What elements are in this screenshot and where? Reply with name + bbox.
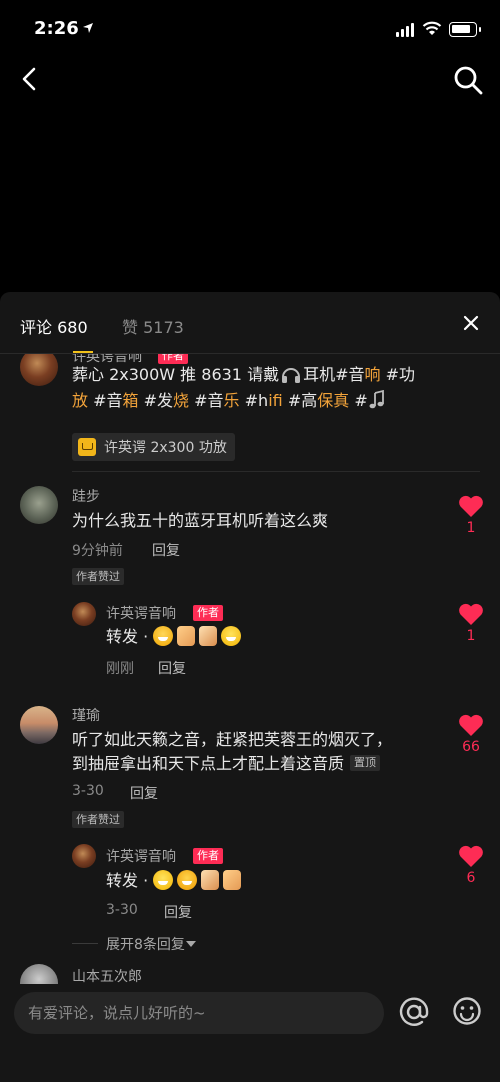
status-bar: 2:26 [0, 0, 500, 60]
clapping-emoji-icon [199, 626, 218, 646]
like-count: 1 [466, 628, 476, 644]
like-button[interactable]: 6 [456, 844, 486, 886]
location-arrow-icon [83, 23, 93, 33]
comment-sheet-header: 评论 680 赞 5173 [0, 292, 500, 354]
like-button[interactable]: 1 [456, 602, 486, 644]
comment-list[interactable]: 许英谔音响 作者 葬心 2x300W 推 8631 请戴 耳机#音响 #功 放 #… [0, 354, 500, 984]
tab-likes[interactable]: 赞 5173 [122, 314, 184, 338]
comment-text-content: 到抽屉拿出和天下点上才配上着这音质 [72, 754, 345, 773]
reply-text-content: 转发 · [106, 627, 154, 646]
thumbs-up-emoji-icon [223, 870, 242, 890]
hashtag-highlight[interactable]: 乐 [224, 391, 240, 410]
battery-icon [449, 22, 481, 37]
reply-time: 3-30 [106, 902, 138, 918]
wifi-icon [422, 21, 442, 35]
comment-sheet: 评论 680 赞 5173 许英谔音响 作者 葬心 2x300W 推 8631 … [0, 292, 500, 1082]
reply-button[interactable]: 回复 [164, 902, 192, 922]
like-button[interactable]: 1 [456, 494, 486, 536]
product-link[interactable]: 许英谔 2x300 功放 [72, 433, 235, 461]
author-tag: 作者 [193, 605, 223, 621]
emoji-icon[interactable] [452, 996, 482, 1026]
author-liked-badge: 作者赞过 [72, 568, 124, 585]
comment-text-line-2: 放 #音箱 #发烧 #音乐 #hifi #高保真 # [72, 388, 386, 414]
pinned-badge: 置顶 [350, 755, 381, 771]
reply-button[interactable]: 回复 [158, 658, 186, 678]
fearful-emoji-icon [153, 626, 174, 646]
heart-icon [459, 714, 483, 736]
like-button[interactable]: 66 [456, 713, 486, 755]
avatar[interactable] [72, 602, 96, 626]
avatar[interactable] [20, 486, 58, 524]
hashtag-highlight[interactable]: 保真 [317, 391, 349, 410]
cart-icon [78, 438, 96, 456]
tab-comments[interactable]: 评论 680 [20, 314, 88, 338]
reply-button[interactable]: 回复 [130, 783, 158, 803]
hashtag-text[interactable]: #高 [283, 391, 317, 410]
hashtag-text[interactable]: # [349, 391, 367, 410]
thumbs-up-emoji-icon [177, 626, 196, 646]
music-note-icon [369, 389, 384, 409]
cellular-signal-icon [396, 23, 414, 37]
like-count: 6 [466, 870, 476, 886]
avatar[interactable] [20, 354, 58, 386]
heart-icon [459, 845, 483, 867]
reply-button[interactable]: 回复 [152, 540, 180, 560]
avatar[interactable] [72, 844, 96, 868]
hashtag-highlight[interactable]: 箱 [123, 391, 139, 410]
hashtag-text[interactable]: #音 [88, 391, 122, 410]
like-count: 66 [462, 739, 480, 755]
reply-time: 刚刚 [106, 661, 134, 677]
grinning-emoji-icon [153, 870, 174, 890]
hashtag-text[interactable]: #h [240, 391, 269, 410]
comment-input-bar: 有爱评论，说点儿好听的~ [0, 984, 500, 1082]
comment-author-name[interactable]: 瑾瑜 [72, 705, 100, 725]
author-tag: 作者 [193, 848, 223, 864]
product-name: 许英谔 2x300 功放 [104, 440, 227, 456]
heart-icon [459, 603, 483, 625]
heart-icon [459, 495, 483, 517]
comment-text-part: 耳机#音 [303, 365, 365, 384]
search-icon[interactable] [452, 64, 484, 96]
reply-text-content: 转发 · [106, 871, 154, 890]
comment-author-name[interactable]: 山本五次郎 [72, 966, 142, 984]
hashtag-highlight[interactable]: 响 [365, 365, 381, 384]
like-count: 1 [466, 520, 476, 536]
comment-text-part: 葬心 2x300W 推 8631 请戴 [72, 365, 280, 384]
divider [72, 471, 480, 472]
avatar[interactable] [20, 964, 58, 984]
status-time: 2:26 [34, 18, 79, 39]
hashtag-highlight[interactable]: ifi [268, 391, 283, 410]
hashtag-highlight[interactable]: 烧 [173, 391, 189, 410]
expand-replies-button[interactable]: 展开8条回复 [106, 934, 197, 954]
reply-author-name[interactable]: 许英谔音响 [106, 846, 176, 866]
clapping-emoji-icon [201, 870, 220, 890]
reply-text: 转发 · [106, 868, 245, 894]
reply-author-name[interactable]: 许英谔音响 [106, 603, 176, 623]
expand-divider [72, 943, 98, 944]
grinning-emoji-icon [221, 626, 242, 646]
comment-time: 3-30 [72, 783, 104, 799]
reply-text: 转发 · [106, 624, 245, 650]
comment-text-line-2: 到抽屉拿出和天下点上才配上着这音质 置顶 [72, 751, 381, 777]
avatar[interactable] [20, 706, 58, 744]
rolling-laughing-emoji-icon [177, 870, 198, 890]
back-arrow-icon[interactable] [16, 64, 46, 94]
comment-text-part: #功 [380, 365, 416, 384]
at-icon[interactable] [398, 996, 430, 1028]
hashtag-text[interactable]: #发 [139, 391, 173, 410]
chevron-down-icon [185, 941, 196, 947]
active-tab-indicator [73, 351, 93, 353]
author-liked-badge: 作者赞过 [72, 811, 124, 828]
comment-input[interactable]: 有爱评论，说点儿好听的~ [14, 992, 384, 1034]
expand-replies-label: 展开8条回复 [106, 937, 185, 953]
headphones-icon [282, 368, 301, 383]
comment-text: 为什么我五十的蓝牙耳机听着这么爽 [72, 511, 329, 530]
comment-author-name[interactable]: 跬步 [72, 486, 100, 506]
comment-text-line-1: 听了如此天籁之音，赶紧把芙蓉王的烟灭了， [72, 730, 393, 749]
hashtag-text[interactable]: #音 [189, 391, 223, 410]
hashtag-highlight[interactable]: 放 [72, 391, 88, 410]
close-icon[interactable] [460, 312, 482, 334]
comment-time: 9分钟前 [72, 543, 123, 559]
comment-text-line-1: 葬心 2x300W 推 8631 请戴 耳机#音响 #功 [72, 362, 415, 388]
